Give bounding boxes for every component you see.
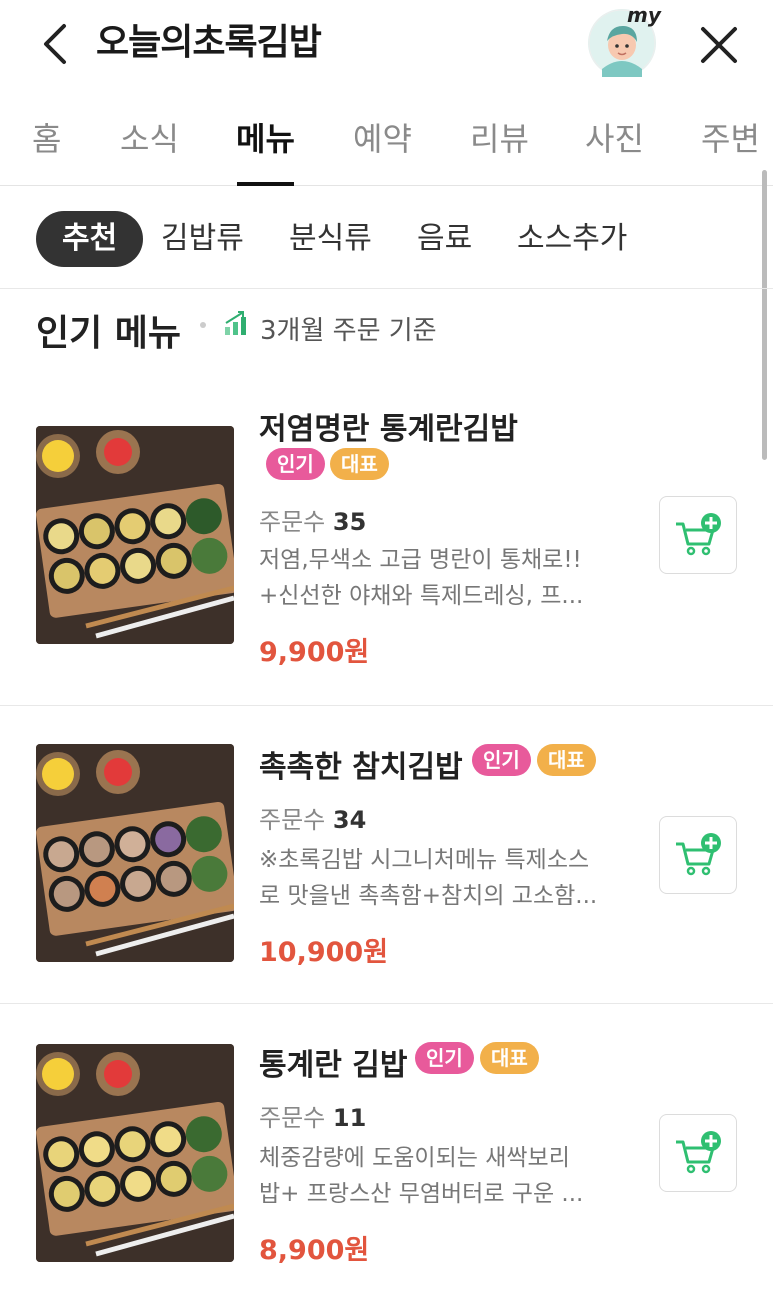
- menu-item-image: [36, 1044, 234, 1262]
- order-count-value: 11: [332, 1104, 367, 1132]
- tab-news[interactable]: 소식: [120, 114, 179, 160]
- menu-item-name: 저염명란 통계란김밥: [259, 412, 518, 447]
- badge-popular: 인기: [266, 448, 325, 480]
- menu-item-price: 10,900원: [259, 937, 389, 968]
- menu-item-description: 저염,무색소 고급 명란이 통채로!! +신선한 야채와 특제드레싱, 프...: [259, 547, 584, 609]
- chip-snacks[interactable]: 분식류: [289, 211, 372, 267]
- menu-item[interactable]: 통계란 김밥 인기 대표 주문수 11 체중감량에 도움이되는 새싹보리 밥+ …: [0, 1004, 773, 1304]
- tab-photo[interactable]: 사진: [585, 114, 644, 160]
- menu-item-price: 9,900원: [259, 637, 370, 668]
- cart-plus-icon: [676, 1131, 721, 1174]
- order-count: 주문수 34: [259, 800, 366, 835]
- section-subtitle: 3개월 주문 기준: [260, 316, 437, 346]
- menu-item-description: ※초록김밥 시그니처메뉴 특제소스 로 맛을낸 촉촉함+참치의 고소함...: [259, 847, 598, 909]
- tab-nearby[interactable]: 주변: [701, 114, 760, 160]
- page-title: 오늘의초록김밥: [96, 22, 322, 63]
- add-to-cart-button[interactable]: [659, 1114, 737, 1192]
- chevron-left-icon: [44, 24, 66, 64]
- menu-item-description: 체중감량에 도움이되는 새싹보리 밥+ 프랑스산 무염버터로 구운 ...: [259, 1145, 584, 1207]
- tab-reservation[interactable]: 예약: [353, 114, 412, 160]
- order-count-label: 주문수: [259, 806, 326, 834]
- category-filter-bar: 추천 김밥류 분식류 음료 소스추가: [0, 187, 773, 289]
- order-count-label: 주문수: [259, 1104, 326, 1132]
- add-to-cart-button[interactable]: [659, 496, 737, 574]
- order-count-label: 주문수: [259, 508, 326, 536]
- badge-representative: 대표: [480, 1042, 539, 1074]
- order-count: 주문수 11: [259, 1098, 366, 1133]
- back-button[interactable]: [34, 20, 74, 68]
- active-tab-indicator: [237, 182, 294, 186]
- badge-representative: 대표: [330, 448, 389, 480]
- header: 오늘의초록김밥 my: [0, 0, 773, 90]
- chip-drinks[interactable]: 음료: [417, 211, 472, 267]
- bar-chart-icon: [225, 311, 246, 335]
- badge-popular: 인기: [472, 744, 531, 776]
- order-count: 주문수 35: [259, 502, 366, 537]
- menu-item-name: 촉촉한 참치김밥: [259, 750, 463, 785]
- tab-home[interactable]: 홈: [32, 114, 61, 160]
- add-to-cart-button[interactable]: [659, 816, 737, 894]
- chip-gimbap[interactable]: 김밥류: [161, 211, 244, 267]
- chip-recommended[interactable]: 추천: [36, 211, 144, 267]
- menu-item[interactable]: 저염명란 통계란김밥 인기 대표 주문수 35 저염,무색소 고급 명란이 통채…: [0, 390, 773, 706]
- order-count-value: 35: [332, 508, 367, 536]
- menu-item-price: 8,900원: [259, 1235, 370, 1266]
- tab-menu[interactable]: 메뉴: [236, 114, 295, 160]
- menu-item[interactable]: 촉촉한 참치김밥 인기 대표 주문수 34 ※초록김밥 시그니처메뉴 특제소스 …: [0, 706, 773, 1004]
- badge-popular: 인기: [415, 1042, 474, 1074]
- separator-dot: [200, 322, 206, 328]
- menu-item-image: [36, 426, 234, 644]
- menu-item-image: [36, 744, 234, 962]
- badge-representative: 대표: [537, 744, 596, 776]
- chip-sauce-add[interactable]: 소스추가: [517, 211, 627, 267]
- section-title: 인기 메뉴: [36, 313, 182, 354]
- close-button[interactable]: [696, 22, 742, 68]
- menu-item-name: 통계란 김밥: [259, 1048, 408, 1083]
- cart-plus-icon: [676, 513, 721, 556]
- my-label: my: [627, 3, 661, 27]
- cart-plus-icon: [676, 833, 721, 876]
- order-count-value: 34: [332, 806, 367, 834]
- my-profile-button[interactable]: my: [588, 3, 661, 77]
- close-icon: [701, 27, 737, 63]
- tab-review[interactable]: 리뷰: [470, 114, 529, 160]
- tab-bar: 홈 소식 메뉴 예약 리뷰 사진 주변: [0, 98, 773, 186]
